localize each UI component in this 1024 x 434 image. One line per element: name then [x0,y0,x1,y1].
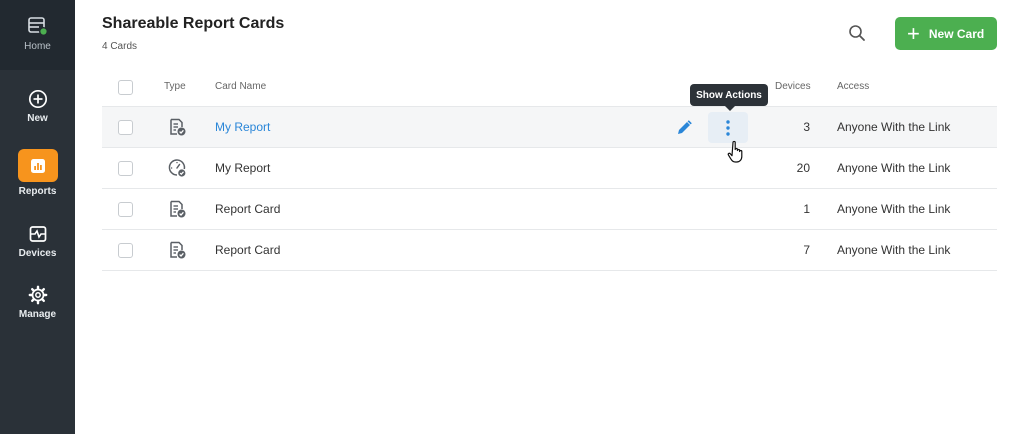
plus-icon: + [907,20,920,46]
access-value: Anyone With the Link [837,202,951,216]
card-count: 4 Cards [102,41,138,52]
type-cell [164,189,187,229]
row-checkbox[interactable] [118,120,133,135]
sidebar-item-label: Home [24,41,51,52]
column-header-devices[interactable]: Devices [775,67,811,106]
hand-cursor-icon [727,140,743,163]
report-check-icon [170,118,186,136]
card-name[interactable]: Report Card [215,230,280,270]
sidebar-item-reports[interactable]: Reports [0,149,75,197]
access-value: Anyone With the Link [837,120,951,134]
sidebar: Home New Reports Devices Manage [0,0,75,434]
type-cell [164,148,187,188]
page-title: Shareable Report Cards [102,15,285,32]
table-row[interactable]: Report Card 7 Anyone With the Link [102,230,997,271]
report-check-icon [170,241,186,259]
column-header-access[interactable]: Access [837,67,869,106]
row-checkbox[interactable] [118,161,133,176]
cards-table: Type Card Name Devices Access My Report [102,67,997,271]
search-icon [849,25,865,41]
sidebar-item-label: New [27,113,48,124]
gear-icon [28,285,47,305]
bar-chart-icon [30,158,45,173]
report-check-icon [170,200,186,218]
column-header-type: Type [164,81,186,92]
sidebar-item-new[interactable]: New [0,89,75,124]
type-cell [164,107,187,147]
sidebar-item-label: Devices [18,248,57,259]
more-vertical-icon [726,119,730,136]
sidebar-item-home[interactable]: Home [0,0,75,70]
sidebar-item-label: Reports [18,186,57,197]
card-name[interactable]: Report Card [215,189,280,229]
new-card-button[interactable]: + New Card [895,17,997,50]
new-card-label: New Card [928,26,985,41]
devices-icon [29,226,46,242]
sidebar-item-devices[interactable]: Devices [0,224,75,259]
column-header-name[interactable]: Card Name [215,67,266,106]
devices-count: 7 [803,243,810,257]
type-cell [164,230,187,270]
table-row[interactable]: Report Card 1 Anyone With the Link [102,189,997,230]
app-window: Home New Reports Devices Manage Shareabl… [0,0,1024,434]
table-row[interactable]: My Report 3 Anyone With the Link [102,107,997,148]
select-all-checkbox[interactable] [118,80,133,95]
access-value: Anyone With the Link [837,161,951,175]
show-actions-tooltip: Show Actions [690,84,768,111]
sidebar-item-label: Manage [18,309,57,320]
table-header: Type Card Name Devices Access [102,67,997,107]
card-name[interactable]: My Report [215,148,270,188]
devices-count: 3 [803,120,810,134]
home-icon [27,17,48,36]
row-checkbox[interactable] [118,202,133,217]
gauge-check-icon [168,159,186,177]
card-name-link[interactable]: My Report [215,107,270,147]
row-checkbox[interactable] [118,243,133,258]
reports-active-indicator [17,149,58,182]
devices-count: 20 [796,161,810,175]
pencil-icon [678,120,692,134]
plus-circle-icon [28,89,47,109]
edit-button[interactable] [674,118,694,138]
access-value: Anyone With the Link [837,243,951,257]
table-row[interactable]: My Report 20 Anyone With the Link [102,148,997,189]
sidebar-item-manage[interactable]: Manage [0,285,75,320]
devices-count: 1 [803,202,810,216]
search-button[interactable] [845,21,869,45]
